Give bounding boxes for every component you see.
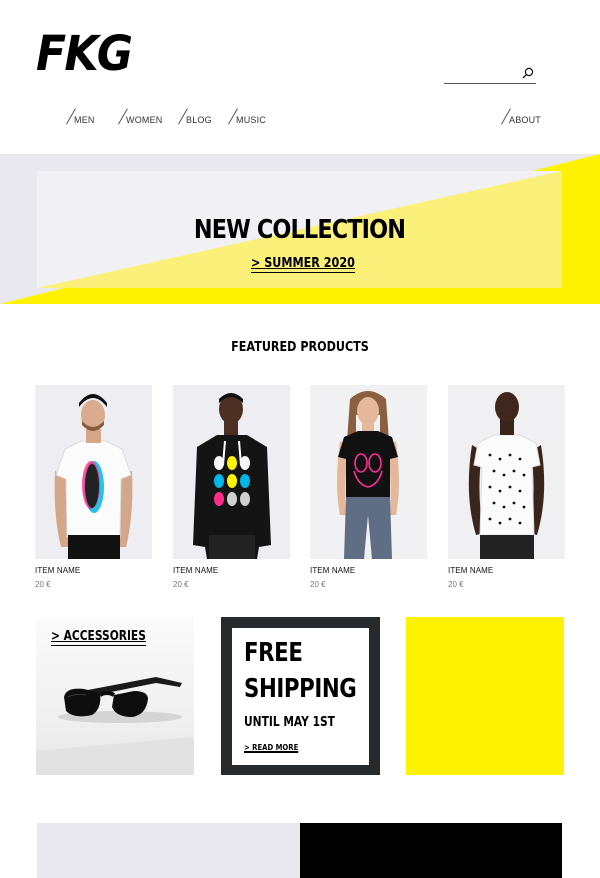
product-image[interactable] — [310, 385, 427, 559]
search-input[interactable] — [444, 65, 516, 83]
nav-item-about[interactable]: ABOUT — [499, 106, 541, 126]
product-name[interactable]: ITEM NAME — [310, 566, 427, 575]
shipping-deadline: UNTIL MAY 1ST — [244, 715, 335, 730]
brand-logo[interactable]: FKG — [36, 28, 133, 80]
nav-item-music[interactable]: MUSIC — [226, 106, 266, 126]
product-price: 20 € — [35, 580, 51, 589]
product-card[interactable]: ITEM NAME 20 € — [310, 385, 427, 589]
hero-title: NEW COLLECTION — [193, 215, 406, 245]
yellow-promo-tile[interactable] — [406, 617, 564, 775]
accessories-link[interactable]: > ACCESSORIES — [51, 629, 146, 646]
product-card[interactable]: ITEM NAME 20 € — [448, 385, 565, 589]
product-price: 20 € — [310, 580, 326, 589]
product-card[interactable]: ITEM NAME 20 € — [173, 385, 290, 589]
hero-content: NEW COLLECTION > SUMMER 2020 — [37, 171, 562, 288]
nav-item-women[interactable]: WOMEN — [116, 106, 163, 126]
product-name[interactable]: ITEM NAME — [173, 566, 290, 575]
nav-item-label: WOMEN — [126, 115, 163, 125]
nav-item-label: ABOUT — [509, 115, 542, 125]
nav-item-label: MUSIC — [236, 115, 266, 125]
product-image[interactable] — [35, 385, 152, 559]
product-image[interactable] — [173, 385, 290, 559]
footer-black-block — [300, 823, 562, 878]
product-name[interactable]: ITEM NAME — [448, 566, 565, 575]
nav-item-label: BLOG — [186, 115, 212, 125]
product-price: 20 € — [448, 580, 464, 589]
product-price: 20 € — [173, 580, 189, 589]
shipping-headline-line2: SHIPPING — [244, 674, 357, 704]
featured-products-heading: FEATURED PRODUCTS — [231, 340, 369, 355]
product-image[interactable] — [448, 385, 565, 559]
read-more-link[interactable]: > READ MORE — [244, 743, 299, 753]
search-icon[interactable] — [522, 67, 534, 79]
hero-collection-link[interactable]: > SUMMER 2020 — [251, 256, 355, 273]
search-bar[interactable] — [444, 64, 536, 84]
hero-banner[interactable]: NEW COLLECTION > SUMMER 2020 — [0, 154, 600, 304]
nav-item-label: MEN — [74, 115, 95, 125]
product-name[interactable]: ITEM NAME — [35, 566, 152, 575]
free-shipping-panel: FREE SHIPPING UNTIL MAY 1ST > READ MORE — [232, 628, 369, 765]
footer-gray-block — [37, 823, 300, 878]
shipping-headline-line1: FREE — [244, 638, 303, 668]
nav-item-men[interactable]: MEN — [64, 106, 95, 126]
accessories-tile[interactable]: > ACCESSORIES — [36, 617, 194, 775]
nav-item-blog[interactable]: BLOG — [176, 106, 212, 126]
free-shipping-tile[interactable]: FREE SHIPPING UNTIL MAY 1ST > READ MORE — [221, 617, 380, 775]
product-card[interactable]: ITEM NAME 20 € — [35, 385, 152, 589]
